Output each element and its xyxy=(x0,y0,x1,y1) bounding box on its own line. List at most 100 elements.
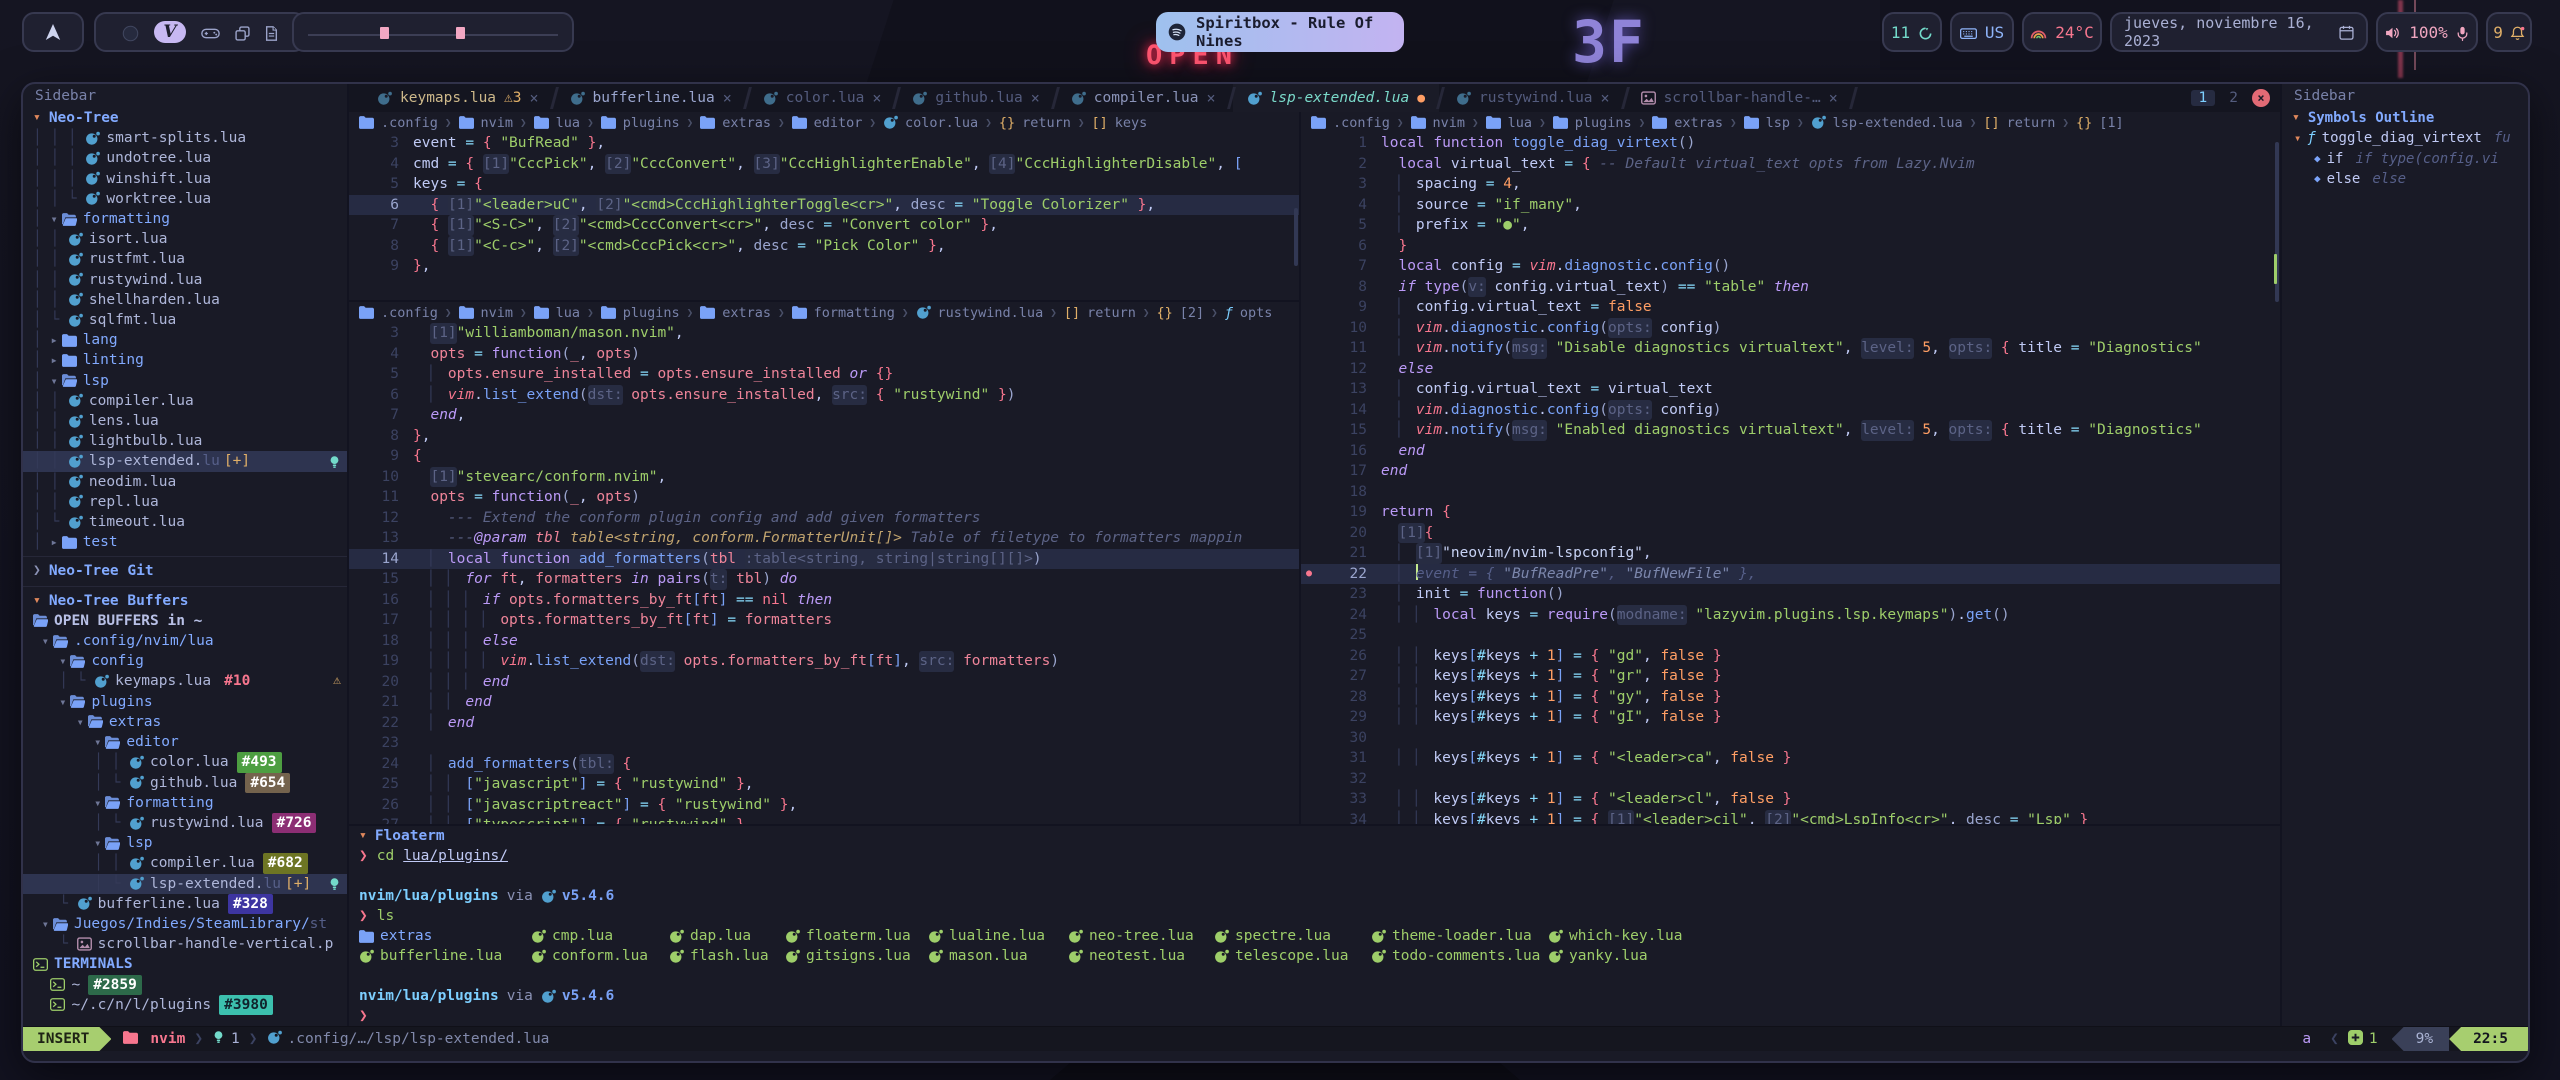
code-line-25[interactable]: 25 xyxy=(1301,625,2280,646)
code-line-8[interactable]: 8 { [1]"<C-c>", [2]"<cmd>CccPick<cr>", d… xyxy=(349,236,1299,257)
tree-item-neodim.lua[interactable]: │ │ neodim.lua xyxy=(23,472,347,492)
close-tab-icon[interactable]: × xyxy=(872,89,881,107)
code-line-14[interactable]: 14 ▏ local function add_formatters(tbl :… xyxy=(349,549,1299,570)
tree-folder-formatting[interactable]: ▾formatting xyxy=(23,793,347,813)
tree-item-bufferline.lua[interactable]: └ bufferline.lua#328 xyxy=(23,894,347,914)
symbol-else[interactable]: ◆elseelse xyxy=(2282,169,2528,189)
code-line-21[interactable]: 21 ▏ [1]"neovim/nvim-lspconfig", xyxy=(1301,543,2280,564)
code-line-28[interactable]: 28 ▏ ▏ keys[#keys + 1] = { "gy", false } xyxy=(1301,687,2280,708)
tab-compiler.lua[interactable]: compiler.lua× xyxy=(1057,84,1230,112)
code-line-25[interactable]: 25 ▏ ▏ ["javascript"] = { "rustywind" }, xyxy=(349,774,1299,795)
code-line-22[interactable]: 22 ▏ end xyxy=(349,713,1299,734)
neotree-buffers-section-header[interactable]: ▾Neo-Tree Buffers xyxy=(23,591,347,611)
code-line-23[interactable]: 23 xyxy=(349,733,1299,754)
code-line-18[interactable]: 18 ▏ ▏ ▏ else xyxy=(349,631,1299,652)
code-line-13[interactable]: 13 ---@param tbl table<string, conform.F… xyxy=(349,528,1299,549)
close-tab-icon[interactable]: × xyxy=(1601,89,1610,107)
tab-keymaps.lua[interactable]: keymaps.lua⚠3× xyxy=(363,84,553,112)
tab-scrollbar-handle-[interactable]: scrollbar-handle-…× xyxy=(1627,84,1852,112)
code-line-5[interactable]: 5 ▏ opts.ensure_installed = opts.ensure_… xyxy=(349,364,1299,385)
notifications-widget[interactable]: 9 xyxy=(2486,12,2532,52)
tree-item-worktree.lua[interactable]: │ │ └ worktree.lua xyxy=(23,189,347,209)
editor-pane-color-lua[interactable]: .config❯nvim❯lua❯plugins❯extras❯editor❯c… xyxy=(349,112,1299,302)
code-line-2[interactable]: 2 local virtual_text = { -- Default virt… xyxy=(1301,154,2280,175)
code-line-10[interactable]: 10 ▏ vim.diagnostic.config(opts: config) xyxy=(1301,318,2280,339)
symbol-toggle_diag_virtext[interactable]: ▾ƒtoggle_diag_virtextfu xyxy=(2282,128,2528,148)
code-line-29[interactable]: 29 ▏ ▏ keys[#keys + 1] = { "gI", false } xyxy=(1301,707,2280,728)
close-tab-icon[interactable]: × xyxy=(1207,89,1216,107)
tree-item-smart-splits.lua[interactable]: │ │ │ smart-splits.lua xyxy=(23,128,347,148)
floaterm-header[interactable]: ▾Floaterm xyxy=(349,826,2280,846)
tree-folder-juegosindiessteamlibrary[interactable]: ▾Juegos/Indies/SteamLibrary/st xyxy=(23,914,347,934)
close-all-button[interactable]: × xyxy=(2252,89,2270,107)
music-player-widget[interactable]: Spiritbox - Rule Of Nines xyxy=(1156,12,1404,52)
code-line-19[interactable]: 19 ▏ ▏ ▏ ▏ vim.list_extend(dst: opts.for… xyxy=(349,651,1299,672)
code-line-4[interactable]: 4 opts = function(_, opts) xyxy=(349,344,1299,365)
tree-item-keymaps.lua[interactable]: │ └ keymaps.lua#10⚠ xyxy=(23,671,347,691)
tree-item-compiler.lua[interactable]: │ │ compiler.lua#682 xyxy=(23,853,347,873)
tree-item-winshift.lua[interactable]: │ │ │ winshift.lua xyxy=(23,169,347,189)
code-line-24[interactable]: 24 ▏ ▏ local keys = require(modname: "la… xyxy=(1301,605,2280,626)
tree-folder-linting[interactable]: │ ▸linting xyxy=(23,350,347,370)
symbol-if[interactable]: ◆ifif type(config.vi xyxy=(2282,149,2528,169)
tree-folder-config[interactable]: ▾config xyxy=(23,651,347,671)
weather-widget[interactable]: 24°C xyxy=(2022,12,2102,52)
tree-folder-extras[interactable]: ▾extras xyxy=(23,712,347,732)
code-line-6[interactable]: 6 { [1]"<leader>uC", [2]"<cmd>CccHighlig… xyxy=(349,195,1299,216)
close-tab-icon[interactable]: × xyxy=(530,89,539,107)
vim-workspace-active[interactable]: V xyxy=(154,21,185,43)
code-line-7[interactable]: 7 { [1]"<S-C>", [2]"<cmd>CccConvert<cr>"… xyxy=(349,215,1299,236)
keyboard-layout-widget[interactable]: US xyxy=(1950,12,2014,52)
code-line-15[interactable]: 15 ▏ vim.notify(msg: "Enabled diagnostic… xyxy=(1301,420,2280,441)
code-line-18[interactable]: 18 xyxy=(1301,482,2280,503)
code-line-8[interactable]: 8}, xyxy=(349,426,1299,447)
code-line-9[interactable]: 9{ xyxy=(349,446,1299,467)
code-line-9[interactable]: 9}, xyxy=(349,256,1299,277)
code-line-4[interactable]: 4cmd = { [1]"CccPick", [2]"CccConvert", … xyxy=(349,154,1299,175)
tree-item-compiler.lua[interactable]: │ │ compiler.lua xyxy=(23,391,347,411)
code-line-13[interactable]: 13 ▏ config.virtual_text = virtual_text xyxy=(1301,379,2280,400)
browser-workspace[interactable] xyxy=(122,23,139,42)
tree-item-color.lua[interactable]: │ │ color.lua#493 xyxy=(23,752,347,772)
code-line-14[interactable]: 14 ▏ vim.diagnostic.config(opts: config) xyxy=(1301,400,2280,421)
tree-item-repl.lua[interactable]: │ │ repl.lua xyxy=(23,492,347,512)
tree-item-~.cnlplugins[interactable]: ~/.c/n/l/plugins#3980 xyxy=(23,995,347,1015)
code-line-19[interactable]: 19return { xyxy=(1301,502,2280,523)
terminals-section-header[interactable]: TERMINALS xyxy=(23,954,347,974)
tab-github.lua[interactable]: github.lua× xyxy=(898,84,1053,112)
code-line-7[interactable]: 7 end, xyxy=(349,405,1299,426)
tree-folder-editor[interactable]: ▾editor xyxy=(23,732,347,752)
neotree-section-header[interactable]: ▾Neo-Tree xyxy=(23,108,347,128)
tree-item-timeout.lua[interactable]: │ └ timeout.lua xyxy=(23,512,347,532)
code-line-33[interactable]: 33 ▏ ▏ keys[#keys + 1] = { "<leader>cl",… xyxy=(1301,789,2280,810)
tree-item-~[interactable]: ~#2859 xyxy=(23,975,347,995)
code-line-3[interactable]: 3 [1]"williamboman/mason.nvim", xyxy=(349,323,1299,344)
code-line-24[interactable]: 24 ▏ add_formatters(tbl: { xyxy=(349,754,1299,775)
code-line-34[interactable]: 34 ▏ ▏ keys[#keys + 1] = { [1]"<leader>c… xyxy=(1301,810,2280,825)
tabpage-2[interactable]: 2 xyxy=(2225,90,2242,106)
code-line-6[interactable]: 6 } xyxy=(1301,236,2280,257)
code-line-26[interactable]: 26 ▏ ▏ ["javascriptreact"] = { "rustywin… xyxy=(349,795,1299,816)
volume-widget[interactable]: 100% xyxy=(2376,12,2478,52)
workspace-switcher[interactable]: V xyxy=(94,12,306,52)
tab-bufferline.lua[interactable]: bufferline.lua× xyxy=(556,84,746,112)
tree-item-lsp-extended.[interactable]: │ │ lsp-extended.lu[+] xyxy=(23,451,347,471)
code-line-15[interactable]: 15 ▏ ▏ for ft, formatters in pairs(t: tb… xyxy=(349,569,1299,590)
tab-rustywind.lua[interactable]: rustywind.lua× xyxy=(1442,84,1624,112)
tree-item-openbuffersin~[interactable]: OPEN BUFFERS in ~ xyxy=(23,611,347,631)
code-line-11[interactable]: 11 ▏ vim.notify(msg: "Disable diagnostic… xyxy=(1301,338,2280,359)
code-line-7[interactable]: 7 local config = vim.diagnostic.config() xyxy=(1301,256,2280,277)
code-line-32[interactable]: 32 xyxy=(1301,769,2280,790)
tree-item-shellharden.lua[interactable]: │ │ shellharden.lua xyxy=(23,290,347,310)
tree-item-github.lua[interactable]: │ └ github.lua#654 xyxy=(23,773,347,793)
code-line-17[interactable]: 17end xyxy=(1301,461,2280,482)
code-line-3[interactable]: 3event = { "BufRead" }, xyxy=(349,133,1299,154)
shell-prompt[interactable]: ❯cdlua/plugins/ xyxy=(349,846,2280,866)
close-tab-icon[interactable]: × xyxy=(723,89,732,107)
windows-workspace[interactable] xyxy=(235,23,250,42)
code-line-26[interactable]: 26 ▏ ▏ keys[#keys + 1] = { "gd", false } xyxy=(1301,646,2280,667)
floaterm-terminal[interactable]: ▾Floaterm❯cdlua/plugins/ nvim/lua/plugin… xyxy=(349,824,2280,1026)
tree-item-sqlfmt.lua[interactable]: │ └ sqlfmt.lua xyxy=(23,310,347,330)
tree-folder-lang[interactable]: │ ▸lang xyxy=(23,330,347,350)
close-tab-icon[interactable]: × xyxy=(1031,89,1040,107)
